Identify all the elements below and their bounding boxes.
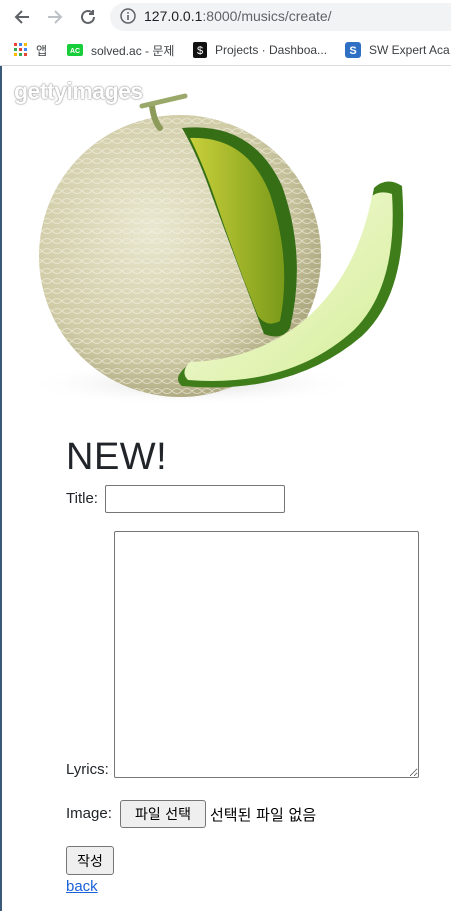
svg-text:$: $ xyxy=(197,45,203,57)
bookmark-projects-label: Projects · Dashboa... xyxy=(215,43,328,57)
title-label: Title: xyxy=(66,490,98,507)
address-bar[interactable]: 127.0.0.1:8000/musics/create/ xyxy=(110,3,451,31)
forward-arrow-icon[interactable] xyxy=(42,5,68,29)
bookmark-swea-label: SW Expert Aca xyxy=(369,43,450,57)
reload-icon[interactable] xyxy=(75,5,101,29)
apps-grid-icon xyxy=(14,43,28,57)
info-icon[interactable] xyxy=(120,8,136,24)
bookmark-apps[interactable]: 앱 xyxy=(14,41,47,59)
bookmark-swea[interactable]: S SW Expert Aca xyxy=(345,41,450,59)
back-link[interactable]: back xyxy=(66,878,98,895)
gitlab-dollar-icon: $ xyxy=(193,42,207,58)
file-select-button[interactable]: 파일 선택 xyxy=(120,800,206,828)
url-text: 127.0.0.1:8000/musics/create/ xyxy=(144,8,332,24)
title-input[interactable] xyxy=(105,485,285,513)
bookmark-projects[interactable]: $ Projects · Dashboa... xyxy=(193,41,327,59)
page-title: NEW! xyxy=(66,436,168,478)
bookmark-apps-label: 앱 xyxy=(36,43,48,58)
svg-text:AC: AC xyxy=(70,48,80,55)
bookmarks-bar: 앱 AC solved.ac - 문제 $ Projects · Dashboa… xyxy=(0,35,451,66)
browser-toolbar: 127.0.0.1:8000/musics/create/ xyxy=(0,0,451,35)
lyrics-textarea[interactable] xyxy=(114,531,419,778)
bookmark-solved-ac-label: solved.ac - 문제 xyxy=(91,43,175,58)
image-label: Image: xyxy=(66,805,112,822)
svg-text:S: S xyxy=(349,45,356,57)
back-arrow-icon[interactable] xyxy=(9,5,35,29)
url-path: :8000/musics/create/ xyxy=(202,8,332,24)
url-host: 127.0.0.1 xyxy=(144,8,203,24)
lyrics-label: Lyrics: xyxy=(66,761,109,778)
bookmark-solved-ac[interactable]: AC solved.ac - 문제 xyxy=(67,41,174,59)
gettyimages-watermark: gettyimages xyxy=(14,78,143,104)
solved-ac-icon: AC xyxy=(67,44,83,56)
file-status-text: 선택된 파일 없음 xyxy=(210,806,317,824)
swea-s-icon: S xyxy=(345,42,361,58)
melon-image xyxy=(22,93,404,406)
submit-button[interactable]: 작성 xyxy=(66,846,114,875)
